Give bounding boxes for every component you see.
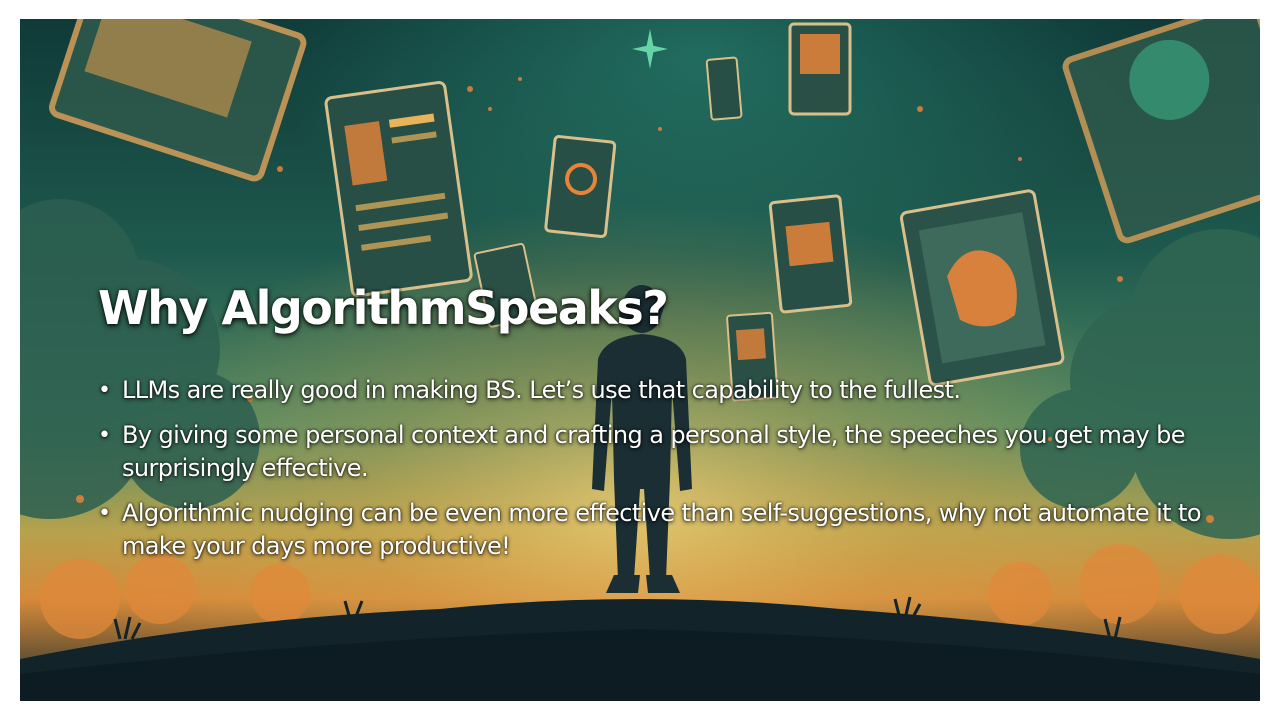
floating-screen <box>899 189 1065 387</box>
slide: Why AlgorithmSpeaks? • LLMs are really g… <box>20 19 1260 701</box>
bullet-marker: • <box>98 501 111 526</box>
bullet-marker: • <box>98 378 111 403</box>
floating-screen <box>768 194 853 314</box>
floating-screen <box>705 56 743 121</box>
bullet-text: LLMs are really good in making BS. Let’s… <box>122 376 961 404</box>
bullet-text: By giving some personal context and craf… <box>122 421 1185 482</box>
bullet-marker: • <box>98 423 111 448</box>
bullet-item: • Algorithmic nudging can be even more e… <box>98 497 1218 563</box>
background-illustration <box>20 19 1260 701</box>
floating-screen <box>324 80 473 298</box>
floating-screen <box>544 135 617 238</box>
floating-screen <box>788 22 852 116</box>
bullet-item: • By giving some personal context and cr… <box>98 419 1218 485</box>
bullet-list: • LLMs are really good in making BS. Let… <box>98 374 1218 575</box>
bullet-text: Algorithmic nudging can be even more eff… <box>122 499 1202 560</box>
bullet-item: • LLMs are really good in making BS. Let… <box>98 374 1218 407</box>
slide-title: Why AlgorithmSpeaks? <box>98 281 669 335</box>
